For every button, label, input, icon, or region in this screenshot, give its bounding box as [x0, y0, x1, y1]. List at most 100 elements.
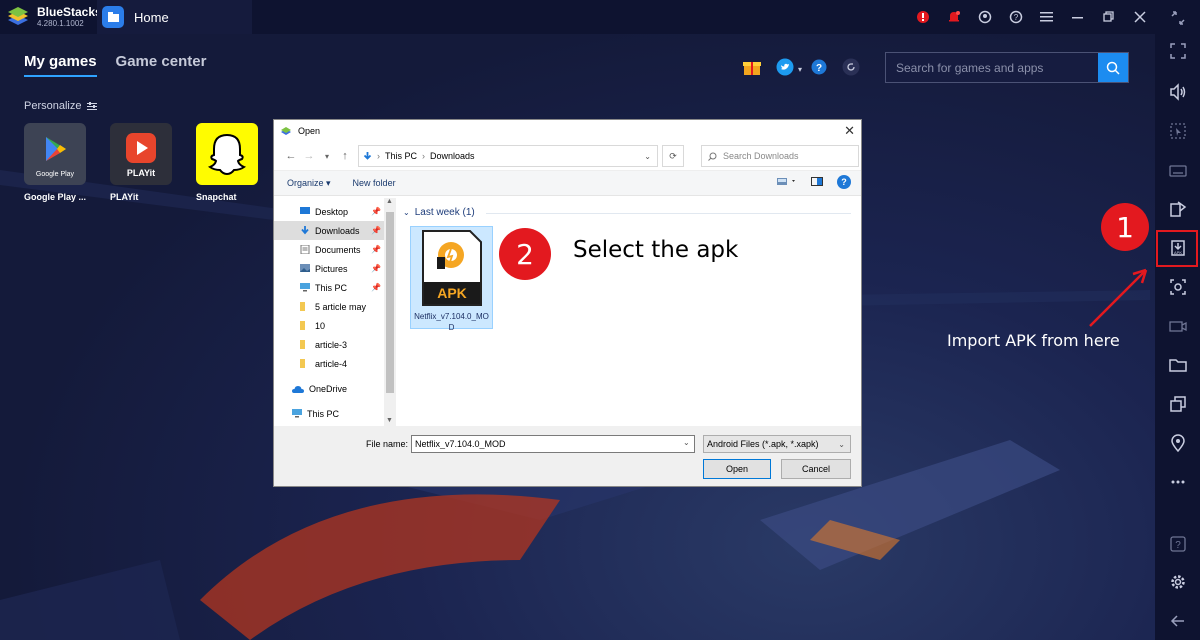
breadcrumb-this-pc[interactable]: This PC [385, 151, 417, 161]
location-icon[interactable] [1155, 428, 1200, 458]
preview-pane-icon[interactable] [811, 176, 823, 188]
nav-item-label: Downloads [315, 225, 360, 236]
tab-my-games[interactable]: My games [24, 53, 97, 77]
screen-record-icon[interactable] [1155, 311, 1200, 341]
right-sidebar: APK ? [1155, 0, 1200, 640]
file-type-select[interactable]: Android Files (*.apk, *.xapk) ⌄ [703, 435, 851, 453]
breadcrumb-downloads[interactable]: Downloads [430, 151, 475, 161]
dialog-close-icon[interactable]: ✕ [844, 123, 855, 139]
chevron-down-icon: ⌄ [403, 208, 410, 217]
file-name-dropdown-icon[interactable]: ⌄ [683, 438, 690, 447]
forward-icon[interactable]: → [300, 150, 318, 162]
game-snapchat[interactable]: Snapchat [196, 123, 258, 202]
nav-item-label: article-3 [315, 339, 348, 350]
dialog-body: Desktop 📌 Downloads 📌 Documents 📌 Pictures 📌… [274, 198, 861, 426]
view-options-icon[interactable] [777, 177, 797, 188]
pin-icon: 📌 [371, 245, 381, 254]
bluestacks-logo [8, 7, 28, 25]
address-bar[interactable]: › This PC › Downloads ⌄ [358, 145, 658, 167]
nav-scrollbar[interactable]: ▲ ▼ [384, 198, 396, 426]
gift-icon[interactable] [742, 58, 762, 81]
restore-icon[interactable] [1093, 0, 1124, 34]
scroll-up-icon[interactable]: ▲ [386, 198, 393, 205]
nav-item-this-pc-pinned[interactable]: This PC 📌 [274, 278, 395, 297]
nav-item-desktop[interactable]: Desktop 📌 [274, 202, 395, 221]
step-1-badge: 1 [1101, 203, 1149, 251]
alert-icon[interactable] [907, 0, 938, 34]
notification-bell-icon[interactable] [938, 0, 969, 34]
nav-item-label: 5 article may [315, 301, 367, 312]
file-name-input[interactable] [411, 435, 695, 453]
computer-icon [292, 409, 302, 418]
group-header[interactable]: ⌄ Last week (1) [403, 207, 475, 218]
tab-game-center[interactable]: Game center [116, 53, 207, 77]
google-play-icon: Google Play [24, 123, 86, 185]
close-icon[interactable] [1124, 0, 1155, 34]
recent-dropdown-icon[interactable]: ▾ [318, 152, 336, 161]
apk-file-icon: APK [421, 230, 482, 306]
twitter-dropdown-icon[interactable]: ▾ [798, 65, 802, 74]
personalize-link[interactable]: Personalize [24, 100, 98, 112]
minimize-icon[interactable] [1062, 0, 1093, 34]
nav-scrollbar-thumb[interactable] [386, 212, 394, 393]
nav-item-folder[interactable]: 10 [274, 316, 395, 335]
nav-item-folder[interactable]: article-4 [274, 354, 395, 373]
refresh-icon[interactable] [842, 58, 860, 81]
new-folder-button[interactable]: New folder [353, 178, 396, 188]
scroll-down-icon[interactable]: ▼ [386, 417, 393, 424]
home-tab[interactable]: Home [97, 0, 252, 34]
sliders-icon [87, 101, 98, 110]
screenshot-icon[interactable] [1155, 272, 1200, 302]
install-apps-icon[interactable] [1155, 194, 1200, 224]
apk-file-name: Netflix_v7.104.0_MOD [414, 312, 489, 332]
app-brand: BlueStacks 4.280.1.1002 [37, 6, 102, 28]
fullscreen-icon[interactable] [1155, 36, 1200, 66]
dialog-footer: File name: ⌄ Android Files (*.apk, *.xap… [274, 426, 861, 486]
pointer-icon[interactable] [1155, 116, 1200, 146]
help-sidebar-icon[interactable]: ? [1155, 529, 1200, 559]
game-google-play[interactable]: Google Play Google Play ... [24, 123, 86, 202]
refresh-dialog-icon[interactable]: ⟳ [662, 145, 684, 167]
twitter-icon[interactable] [776, 58, 794, 81]
nav-item-folder[interactable]: 5 article may [274, 297, 395, 316]
svg-text:?: ? [1175, 540, 1181, 551]
game-search-input[interactable] [886, 53, 1098, 82]
settings-gear-icon[interactable] [1155, 567, 1200, 597]
nav-item-downloads[interactable]: Downloads 📌 [274, 221, 395, 240]
help-icon[interactable]: ? [1000, 0, 1031, 34]
step-2-text: Select the apk [573, 237, 739, 263]
volume-icon[interactable] [1155, 77, 1200, 107]
group-header-label: Last week (1) [414, 207, 475, 218]
game-playit[interactable]: PLAYit PLAYit [110, 123, 172, 202]
organize-button[interactable]: Organize ▾ [287, 178, 331, 189]
up-icon[interactable]: ↑ [336, 150, 354, 162]
back-arrow-icon[interactable] [1155, 606, 1200, 636]
snapchat-icon [196, 123, 258, 185]
documents-icon [300, 245, 310, 254]
home-icon [102, 6, 124, 28]
nav-item-this-pc[interactable]: This PC [274, 404, 395, 423]
help-circle-icon[interactable]: ? [811, 59, 827, 80]
menu-icon[interactable] [1031, 0, 1062, 34]
dialog-help-icon[interactable]: ? [837, 175, 851, 189]
back-icon[interactable]: ← [282, 150, 300, 162]
apk-file-item[interactable]: APK Netflix_v7.104.0_MOD [410, 226, 493, 332]
nav-item-onedrive[interactable]: OneDrive [274, 379, 395, 398]
address-dropdown-icon[interactable]: ⌄ [644, 152, 651, 161]
folder-icon [300, 302, 305, 311]
more-options-icon[interactable] [1155, 467, 1200, 497]
keyboard-icon[interactable] [1155, 155, 1200, 185]
search-button[interactable] [1098, 53, 1128, 82]
open-button[interactable]: Open [703, 459, 771, 479]
multi-instance-icon[interactable] [1155, 389, 1200, 419]
nav-item-pictures[interactable]: Pictures 📌 [274, 259, 395, 278]
media-folder-icon[interactable] [1155, 350, 1200, 380]
nav-item-label: Pictures [315, 263, 348, 274]
breadcrumb-separator: › [422, 151, 426, 161]
account-icon[interactable] [969, 0, 1000, 34]
nav-item-folder[interactable]: article-3 [274, 335, 395, 354]
cancel-button[interactable]: Cancel [781, 459, 851, 479]
dialog-search-box[interactable]: Search Downloads [701, 145, 859, 167]
nav-item-documents[interactable]: Documents 📌 [274, 240, 395, 259]
sidebar-collapse-icon[interactable] [1155, 3, 1200, 33]
